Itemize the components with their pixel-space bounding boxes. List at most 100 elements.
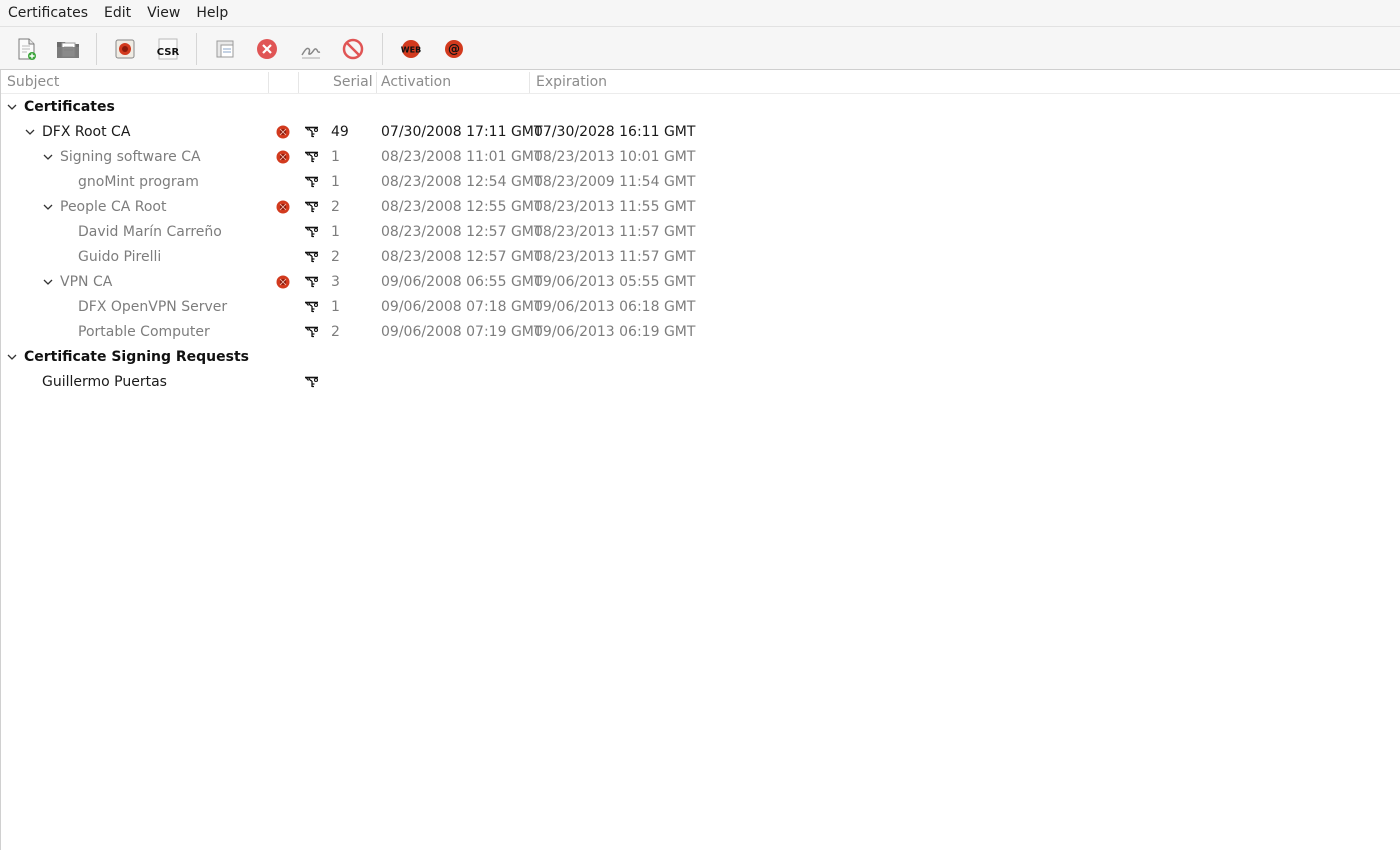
menubar: Certificates Edit View Help xyxy=(0,0,1400,27)
column-subject[interactable]: Subject xyxy=(1,70,268,94)
chevron-down-icon[interactable] xyxy=(42,276,54,288)
subject-cell: Signing software CA xyxy=(60,149,201,165)
activation-cell: 09/06/2008 06:55 GMT xyxy=(381,274,543,290)
private-key-icon xyxy=(304,249,319,264)
table-row[interactable]: People CA Root 2 08/23/2008 12:55 GMT 08/23… xyxy=(1,195,1400,220)
serial-cell: 1 xyxy=(331,224,340,240)
menu-help[interactable]: Help xyxy=(188,0,236,27)
activation-cell: 08/23/2008 12:55 GMT xyxy=(381,199,543,215)
serial-cell: 1 xyxy=(331,174,340,190)
private-key-icon xyxy=(304,299,319,314)
column-ca[interactable] xyxy=(268,70,298,94)
subject-cell: Guillermo Puertas xyxy=(42,374,167,390)
private-key-icon xyxy=(304,199,319,214)
table-row[interactable]: Signing software CA 1 08/23/2008 11:01 GMT… xyxy=(1,145,1400,170)
expiration-cell: 08/23/2013 11:57 GMT xyxy=(534,249,696,265)
table-row[interactable]: VPN CA 3 09/06/2008 06:55 GMT 09/06/2013 05… xyxy=(1,270,1400,295)
expiration-cell: 09/06/2013 06:18 GMT xyxy=(534,299,696,315)
table-row[interactable]: Portable Computer 2 09/06/2008 07:19 GMT 09… xyxy=(1,320,1400,345)
ca-icon xyxy=(276,200,290,214)
chevron-down-icon[interactable] xyxy=(24,126,36,138)
svg-text:CSR: CSR xyxy=(157,47,180,58)
activation-cell: 09/06/2008 07:19 GMT xyxy=(381,324,543,340)
tree-section-row[interactable]: Certificate Signing Requests xyxy=(1,345,1400,370)
expiration-cell: 08/23/2013 11:57 GMT xyxy=(534,224,696,240)
expiration-cell: 09/06/2013 06:19 GMT xyxy=(534,324,696,340)
sign-icon xyxy=(301,47,321,59)
activation-cell: 08/23/2008 11:01 GMT xyxy=(381,149,543,165)
table-row[interactable]: gnoMint program 1 08/23/2008 12:54 GMT 08/2… xyxy=(1,170,1400,195)
expiration-cell: 08/23/2009 11:54 GMT xyxy=(534,174,696,190)
table-row[interactable]: DFX OpenVPN Server 1 09/06/2008 07:18 GMT 0… xyxy=(1,295,1400,320)
serial-cell: 2 xyxy=(331,249,340,265)
activation-cell: 08/23/2008 12:57 GMT xyxy=(381,224,543,240)
toolbar-separator xyxy=(96,33,97,65)
sign-button[interactable] xyxy=(297,35,325,63)
web-button[interactable]: WEB xyxy=(397,35,425,63)
chevron-down-icon[interactable] xyxy=(6,101,18,113)
table-row[interactable]: DFX Root CA 49 07/30/2008 17:11 GMT 07/30/2… xyxy=(1,120,1400,145)
delete-button[interactable] xyxy=(253,35,281,63)
serial-cell: 1 xyxy=(331,299,340,315)
csr-button[interactable]: CSR xyxy=(154,35,182,63)
subject-cell: Portable Computer xyxy=(78,324,210,340)
menu-certificates[interactable]: Certificates xyxy=(0,0,96,27)
svg-text:@: @ xyxy=(448,42,460,56)
properties-button[interactable] xyxy=(211,35,239,63)
private-key-icon xyxy=(304,274,319,289)
private-key-icon xyxy=(304,224,319,239)
subject-cell: gnoMint program xyxy=(78,174,199,190)
column-activation[interactable]: Activation xyxy=(375,70,499,94)
tree-section-row[interactable]: Certificates xyxy=(1,95,1400,120)
serial-cell: 3 xyxy=(331,274,340,290)
column-key[interactable] xyxy=(298,70,328,94)
table-row[interactable]: Guillermo Puertas xyxy=(1,370,1400,395)
private-key-icon xyxy=(304,324,319,339)
chevron-down-icon[interactable] xyxy=(42,201,54,213)
table-row[interactable]: Guido Pirelli 2 08/23/2008 12:57 GMT 08/23/… xyxy=(1,245,1400,270)
activation-cell: 07/30/2008 17:11 GMT xyxy=(381,124,543,140)
activation-cell: 08/23/2008 12:54 GMT xyxy=(381,174,543,190)
subject-cell: David Marín Carreño xyxy=(78,224,222,240)
serial-cell: 2 xyxy=(331,199,340,215)
table-row[interactable]: David Marín Carreño 1 08/23/2008 12:57 GMT… xyxy=(1,220,1400,245)
private-key-icon xyxy=(304,124,319,139)
menu-edit[interactable]: Edit xyxy=(96,0,139,27)
revoke-icon xyxy=(342,38,364,60)
new-document-icon xyxy=(18,38,36,60)
expiration-cell: 08/23/2013 11:55 GMT xyxy=(534,199,696,215)
menu-view[interactable]: View xyxy=(139,0,188,27)
certificate-tree[interactable]: Subject Serial Activation Expiration Cer… xyxy=(0,70,1400,850)
subject-cell: Certificates xyxy=(24,99,115,115)
properties-icon xyxy=(216,40,234,58)
column-expiration[interactable]: Expiration xyxy=(530,70,730,94)
activation-cell: 09/06/2008 07:18 GMT xyxy=(381,299,543,315)
new-ca-button[interactable] xyxy=(111,35,139,63)
email-icon: @ xyxy=(445,40,463,58)
open-folder-icon xyxy=(57,42,79,58)
private-key-icon xyxy=(304,374,319,389)
private-key-icon xyxy=(304,149,319,164)
tree-header: Subject Serial Activation Expiration xyxy=(1,70,1400,94)
revoke-button[interactable] xyxy=(339,35,367,63)
new-document-button[interactable] xyxy=(12,35,40,63)
open-folder-button[interactable] xyxy=(54,35,82,63)
column-serial[interactable]: Serial xyxy=(327,70,377,94)
email-button[interactable]: @ xyxy=(440,35,468,63)
chevron-down-icon[interactable] xyxy=(6,351,18,363)
web-icon: WEB xyxy=(401,40,421,58)
ca-icon xyxy=(276,125,290,139)
toolbar-separator xyxy=(382,33,383,65)
subject-cell: Certificate Signing Requests xyxy=(24,349,249,365)
new-ca-icon xyxy=(115,39,135,59)
svg-text:WEB: WEB xyxy=(401,46,421,55)
subject-cell: VPN CA xyxy=(60,274,113,290)
serial-cell: 2 xyxy=(331,324,340,340)
toolbar: CSR WEB @ xyxy=(0,27,1400,70)
toolbar-separator xyxy=(196,33,197,65)
csr-icon: CSR xyxy=(157,38,180,60)
serial-cell: 49 xyxy=(331,124,349,140)
chevron-down-icon[interactable] xyxy=(42,151,54,163)
delete-icon xyxy=(257,39,277,59)
ca-icon xyxy=(276,150,290,164)
